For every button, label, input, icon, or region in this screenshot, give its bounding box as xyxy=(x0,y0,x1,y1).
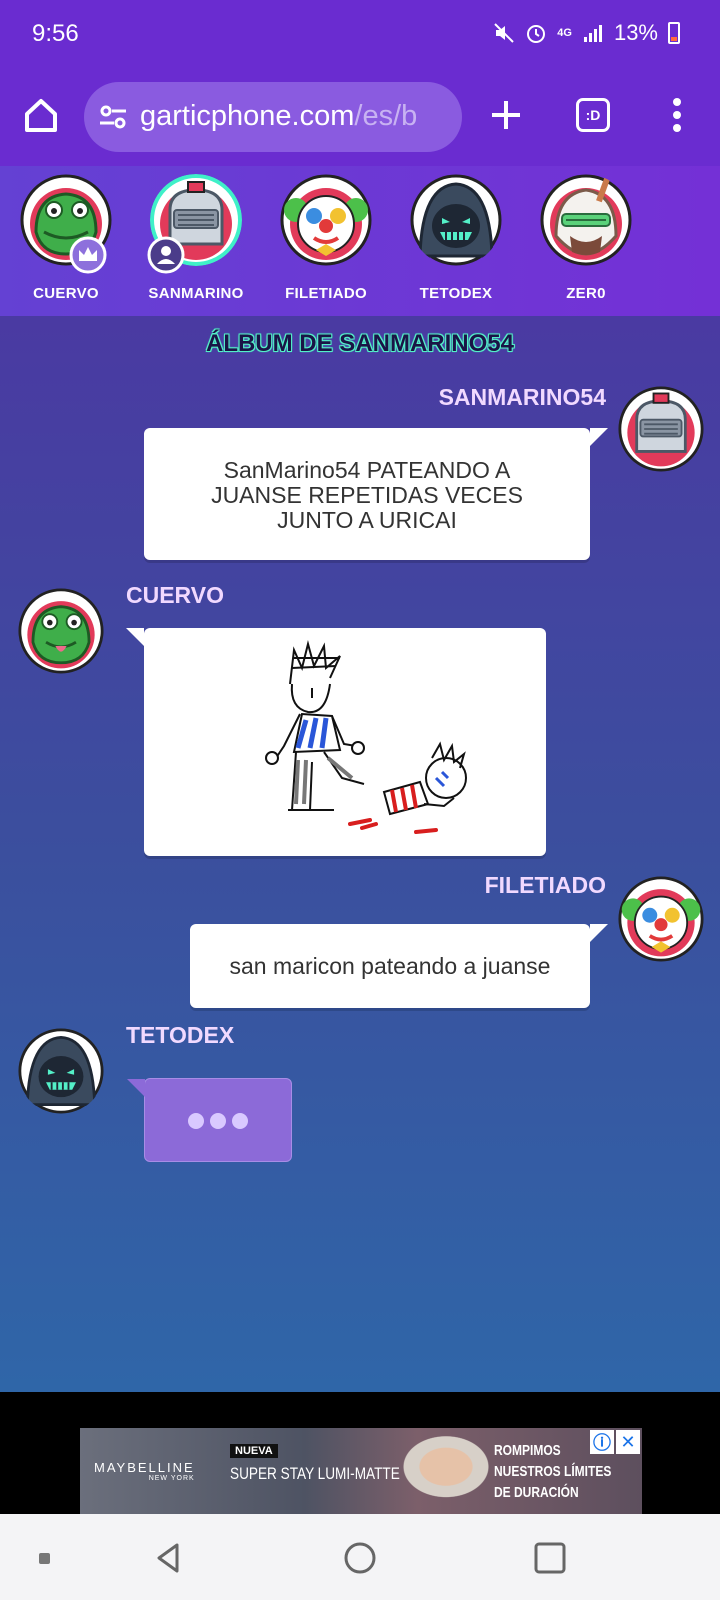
message-bubble: san maricon pateando a juanse xyxy=(190,924,608,1008)
message-username: TETODEX xyxy=(126,1022,235,1048)
user-icon xyxy=(147,236,185,274)
ad-brand-sub: NEW YORK xyxy=(148,1475,195,1482)
home-nav-icon[interactable] xyxy=(338,1536,382,1580)
player-name: TETODEX xyxy=(419,285,493,302)
message-username: CUERVO xyxy=(126,582,224,608)
player-name: ZER0 xyxy=(566,285,606,302)
player-name: CUERVO xyxy=(33,285,99,302)
clown-avatar-icon xyxy=(618,876,704,962)
hooded-avatar-icon xyxy=(18,1028,104,1114)
player-zer0[interactable]: ZER0 xyxy=(531,174,641,302)
ad-model-image xyxy=(380,1428,500,1514)
overflow-menu-icon[interactable] xyxy=(652,90,702,140)
clown-avatar-icon xyxy=(280,174,372,266)
album-chat[interactable]: ÁLBUM DE SANMARINO54 SANMARINO54 SanMari… xyxy=(0,316,720,1392)
address-bar[interactable]: garticphone.com/es/b xyxy=(84,82,462,152)
url-path: /es/b xyxy=(354,100,418,132)
player-cuervo[interactable]: CUERVO xyxy=(11,174,121,302)
hooded-avatar-icon xyxy=(410,174,502,266)
signal-icon xyxy=(583,25,602,42)
bubble-tail xyxy=(126,628,144,646)
crown-icon xyxy=(69,236,107,274)
player-filetiado[interactable]: FILETIADO xyxy=(271,174,381,302)
status-bar: 9:56 4G 13% xyxy=(0,0,720,70)
player-name: SANMARINO xyxy=(148,285,244,302)
ad-claim-line: NUESTROS LÍMITES xyxy=(494,1463,612,1480)
icecream-avatar-icon xyxy=(540,174,632,266)
ad-info-icon[interactable]: ⓘ xyxy=(590,1430,614,1454)
battery-icon xyxy=(668,22,680,44)
drawing-image xyxy=(265,640,467,834)
status-icons: 4G 13% xyxy=(493,20,680,46)
home-icon[interactable] xyxy=(16,90,66,140)
ad-brand-name: MAYBELLINE xyxy=(94,1460,195,1475)
recents-icon[interactable] xyxy=(528,1536,572,1580)
dino-avatar-icon xyxy=(18,588,104,674)
player-sanmarino[interactable]: SANMARINO xyxy=(141,174,251,302)
url-text: garticphone.com/es/b xyxy=(140,100,417,133)
ad-area: MAYBELLINE NEW YORK NUEVA SUPER STAY LUM… xyxy=(0,1392,720,1514)
system-nav-bar xyxy=(0,1514,720,1600)
message-text: san maricon pateando a juanse xyxy=(229,953,551,979)
album-title: ÁLBUM DE SANMARINO54 xyxy=(205,330,514,357)
message-text: SanMarino54 PATEANDO A JUANSE REPETIDAS … xyxy=(211,457,523,533)
ad-brand: MAYBELLINE NEW YORK xyxy=(94,1460,195,1482)
battery-percent: 13% xyxy=(613,20,658,45)
message-username: SANMARINO54 xyxy=(438,384,606,410)
typing-dots-icon xyxy=(145,1113,291,1129)
message-bubble: SanMarino54 PATEANDO A JUANSE REPETIDAS … xyxy=(144,428,608,560)
ad-controls: ⓘ ✕ xyxy=(590,1430,640,1454)
bubble-tail xyxy=(590,924,608,942)
ad-close-icon[interactable]: ✕ xyxy=(616,1430,640,1454)
new-tab-icon[interactable] xyxy=(481,90,531,140)
back-icon[interactable] xyxy=(146,1536,190,1580)
tab-count-badge: :D xyxy=(576,98,610,132)
players-bar: CUERVO SANMARINO FILETIADO TETODEX ZER0 xyxy=(0,166,720,316)
drawing-bubble xyxy=(126,628,546,856)
knight-avatar-icon xyxy=(618,386,704,472)
browser-toolbar: garticphone.com/es/b :D xyxy=(0,70,720,166)
tab-switcher-button[interactable]: :D xyxy=(568,90,618,140)
alarm-icon xyxy=(527,25,546,43)
ad-banner[interactable]: MAYBELLINE NEW YORK NUEVA SUPER STAY LUM… xyxy=(80,1428,642,1514)
nav-keyboard-icon[interactable] xyxy=(22,1536,66,1580)
url-host: garticphone.com xyxy=(140,100,355,132)
message-username: FILETIADO xyxy=(484,872,606,898)
bubble-tail xyxy=(127,1079,145,1097)
player-tetodex[interactable]: TETODEX xyxy=(401,174,511,302)
site-settings-icon[interactable] xyxy=(98,102,128,132)
status-time: 9:56 xyxy=(32,20,79,47)
bubble-tail xyxy=(590,428,608,446)
mute-icon xyxy=(494,23,514,43)
ad-badge: NUEVA xyxy=(230,1444,278,1458)
network-type-icon: 4G xyxy=(557,27,572,39)
ad-product: SUPER STAY LUMI-MATTE xyxy=(230,1464,400,1483)
typing-indicator xyxy=(127,1078,292,1162)
ad-claim-line: DE DURACIÓN xyxy=(494,1484,579,1501)
player-name: FILETIADO xyxy=(285,285,367,302)
